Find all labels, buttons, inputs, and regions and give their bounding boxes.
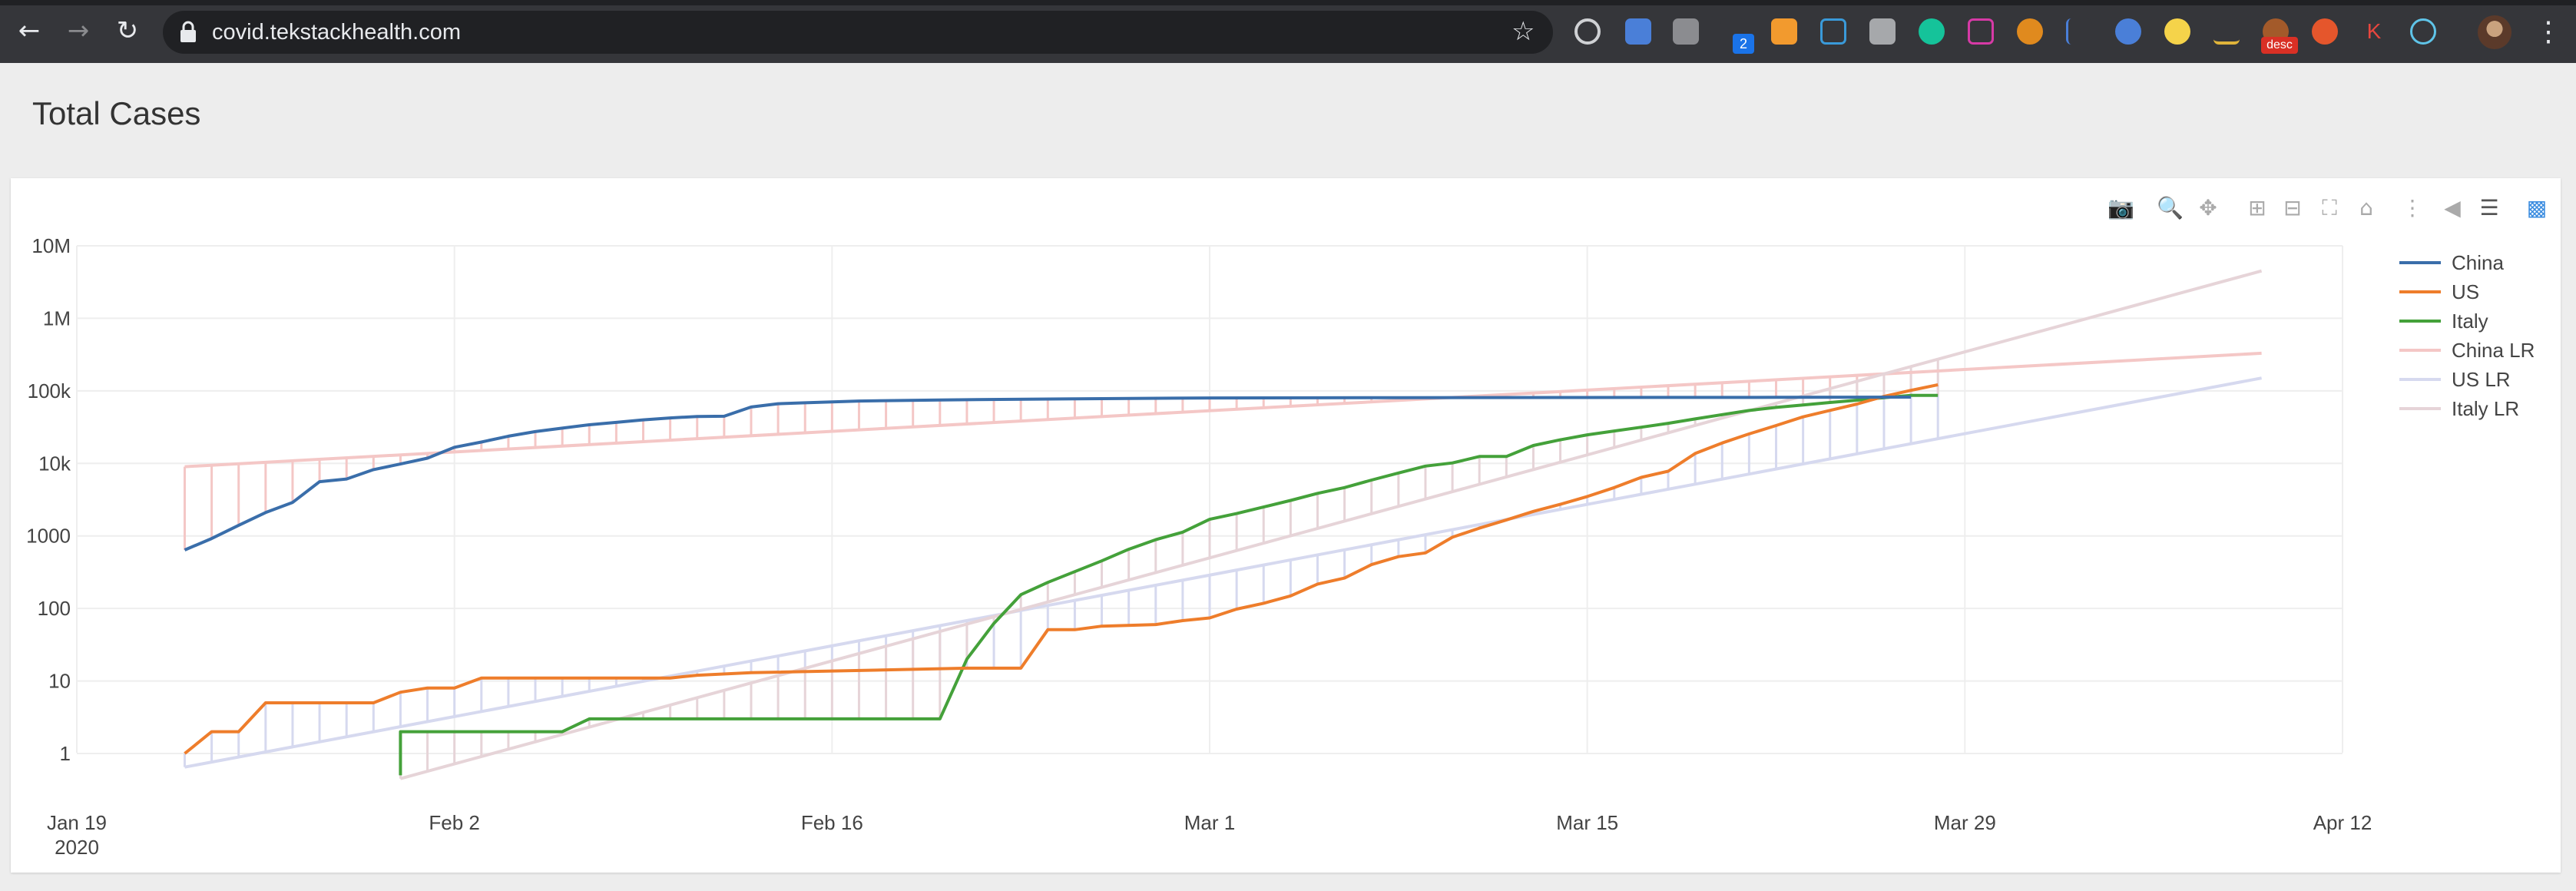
chart-grid <box>76 245 2343 754</box>
x-tick-label: Mar 29 <box>1934 811 1996 834</box>
x-tick-label: Mar 1 <box>1184 811 1235 834</box>
x-tick-label: Feb 2 <box>429 811 480 834</box>
series-lines <box>184 269 2263 780</box>
y-tick-label: 1M <box>43 306 71 330</box>
legend-label: US LR <box>2452 368 2511 391</box>
x-tick-year-label: 2020 <box>55 836 99 859</box>
regression-line <box>399 269 2263 780</box>
x-tick-label: Jan 19 <box>47 811 107 834</box>
y-tick-label: 10 <box>48 670 71 693</box>
y-tick-label: 10M <box>31 234 71 257</box>
x-tick-label: Feb 16 <box>801 811 863 834</box>
x-tick-label: Mar 15 <box>1556 811 1618 834</box>
chart-legend[interactable]: China US Italy China LR US LR Italy LR <box>2399 251 2535 420</box>
x-axis-ticks: Jan 192020 Feb 2 Feb 16 Mar 1 Mar 15 Mar 29 Ap… <box>47 811 2372 859</box>
total-cases-chart: 1 10 100 1000 10k 100k 1M 10M Jan 192020 Feb 2 Fe… <box>26 234 2535 859</box>
legend-label: Italy LR <box>2452 397 2519 420</box>
regression-line <box>184 351 2262 469</box>
y-tick-label: 100k <box>28 379 71 402</box>
x-tick-label: Apr 12 <box>2313 811 2372 834</box>
series-line <box>399 393 1939 776</box>
legend-label: China <box>2452 251 2504 274</box>
y-axis-ticks: 1 10 100 1000 10k 100k 1M 10M <box>26 234 71 765</box>
y-tick-label: 100 <box>38 597 71 620</box>
y-tick-label: 1000 <box>26 525 71 548</box>
y-tick-label: 1 <box>60 742 71 765</box>
y-tick-label: 10k <box>38 452 71 475</box>
legend-label: China LR <box>2452 339 2535 362</box>
legend-label: Italy <box>2452 310 2488 333</box>
regression-line <box>184 376 2262 769</box>
legend-label: US <box>2452 280 2479 303</box>
series-line <box>184 383 1939 755</box>
